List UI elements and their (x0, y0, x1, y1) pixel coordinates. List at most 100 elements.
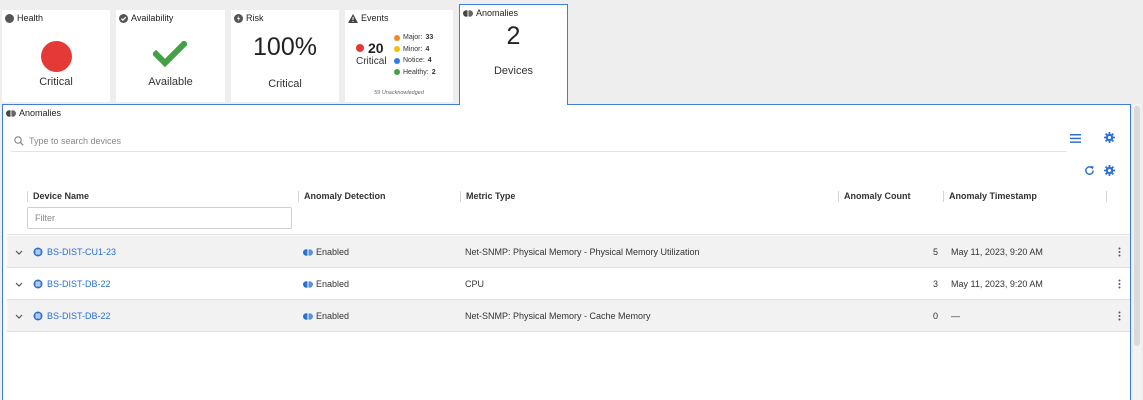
menu-button[interactable] (1069, 132, 1081, 144)
events-card[interactable]: Events 20 Critical Major: 33 Minor: 4 Noti… (345, 10, 453, 102)
filter-placeholder: Filter (35, 213, 55, 223)
table-header: Device Name Anomaly Detection Metric Typ… (7, 183, 1130, 235)
events-critical-count: 20 (356, 40, 384, 56)
risk-value: 100% (253, 33, 317, 61)
row-actions-button[interactable] (1115, 268, 1123, 300)
brain-icon (463, 9, 473, 17)
critical-dot (356, 44, 364, 52)
search-placeholder: Type to search devices (29, 135, 122, 146)
minor-dot (394, 46, 400, 53)
anomalies-devices-label: Devices (493, 65, 534, 77)
major-label: Major: (403, 34, 423, 41)
detection-status: Enabled (316, 247, 350, 257)
anomalies-value: 2 (506, 22, 521, 50)
minor-count: 4 (425, 45, 430, 53)
device-link[interactable]: BS-DIST-DB-22 (33, 268, 111, 300)
events-critical-label: Critical (356, 56, 387, 67)
risk-status: Critical (268, 78, 302, 90)
scrollbar-thumb[interactable] (1134, 106, 1140, 346)
table-row[interactable]: BS-DIST-DB-22 Enabled Net-SNMP: Physical… (7, 300, 1130, 332)
network-device-icon (33, 247, 43, 257)
anomaly-timestamp-cell: May 11, 2023, 9:20 AM (951, 279, 1043, 289)
column-anomaly-count[interactable]: Anomaly Count (838, 191, 911, 202)
chevron-down-icon (15, 250, 23, 255)
anomaly-count-cell: 3 (933, 279, 939, 289)
table-row[interactable]: BS-DIST-CU1-23 Enabled Net-SNMP: Physica… (7, 236, 1130, 268)
health-card-title: Health (5, 13, 43, 23)
checkmark-icon (153, 41, 187, 67)
availability-card[interactable]: Availability Available (116, 10, 225, 102)
events-breakdown: Major: 33 Minor: 4 Notice: 4 Healthy: 2 (394, 32, 436, 78)
panel-title: Anomalies (6, 108, 61, 118)
events-notice: Notice: 4 (394, 55, 436, 67)
brain-icon (303, 280, 313, 288)
network-device-icon (33, 279, 43, 289)
device-link[interactable]: BS-DIST-DB-22 (33, 300, 111, 332)
gear-icon (1103, 164, 1115, 176)
anomaly-detection-cell: Enabled (303, 268, 349, 300)
healthy-count: 2 (431, 68, 436, 76)
row-actions-button[interactable] (1115, 236, 1123, 268)
notice-label: Notice: (403, 57, 425, 64)
anomalies-card[interactable]: Anomalies 2 Devices (459, 4, 568, 105)
anomaly-detection-cell: Enabled (303, 236, 349, 268)
anomalies-card-title: Anomalies (463, 8, 518, 18)
minor-label: Minor: (403, 45, 423, 53)
anomalies-panel: Anomalies Type to search devices Device … (2, 104, 1131, 400)
table-settings-button[interactable] (1103, 164, 1115, 176)
device-name-filter-input[interactable]: Filter (27, 207, 292, 229)
risk-title-label: Risk (246, 13, 264, 23)
warning-icon (348, 13, 358, 23)
anomaly-count-cell: 5 (933, 247, 939, 257)
device-link[interactable]: BS-DIST-CU1-23 (33, 236, 116, 268)
metric-type-cell: Net-SNMP: Physical Memory - Cache Memory (465, 311, 651, 321)
anomaly-timestamp-cell: — (951, 311, 960, 321)
row-actions-button[interactable] (1115, 300, 1123, 332)
health-card[interactable]: Health Critical (2, 10, 110, 102)
metric-type-cell: Net-SNMP: Physical Memory - Physical Mem… (465, 247, 700, 257)
hamburger-menu-icon (1069, 133, 1081, 143)
critical-count-value: 20 (368, 40, 384, 56)
column-anomaly-detection[interactable]: Anomaly Detection (298, 191, 386, 202)
brain-icon (6, 109, 16, 117)
anomaly-detection-cell: Enabled (303, 300, 349, 332)
events-minor: Minor: 4 (394, 44, 436, 56)
events-healthy: Healthy: 2 (394, 67, 436, 79)
gear-icon (1103, 131, 1115, 143)
page-scrollbar[interactable] (1133, 104, 1141, 400)
column-device-name[interactable]: Device Name (27, 191, 89, 202)
critical-status-dot (41, 41, 72, 72)
chevron-down-icon (15, 314, 23, 319)
expand-row-button[interactable] (13, 268, 25, 300)
health-icon (5, 13, 14, 23)
table-row[interactable]: BS-DIST-DB-22 Enabled CPU 3 May 11, 2023… (7, 268, 1130, 300)
events-title-label: Events (361, 13, 389, 23)
health-status: Critical (39, 76, 73, 88)
notice-dot (394, 57, 400, 64)
device-search-input[interactable]: Type to search devices (11, 130, 1067, 152)
risk-icon (234, 13, 243, 23)
healthy-label: Healthy: (403, 68, 429, 76)
expand-row-button[interactable] (13, 236, 25, 268)
device-name: BS-DIST-DB-22 (47, 311, 111, 321)
panel-settings-button[interactable] (1103, 131, 1115, 143)
column-metric-type[interactable]: Metric Type (460, 191, 515, 202)
more-vertical-icon (1118, 311, 1120, 321)
detection-status: Enabled (316, 279, 350, 289)
risk-card[interactable]: Risk 100% Critical (231, 10, 339, 102)
notice-count: 4 (427, 57, 432, 64)
search-icon (14, 135, 24, 146)
column-anomaly-timestamp[interactable]: Anomaly Timestamp (943, 191, 1037, 202)
availability-status: Available (148, 76, 193, 88)
anomaly-count-cell: 0 (933, 311, 939, 321)
brain-icon (303, 248, 313, 256)
expand-row-button[interactable] (13, 300, 25, 332)
detection-status: Enabled (316, 311, 350, 321)
metric-type-cell: CPU (465, 279, 485, 289)
column-actions (1106, 191, 1112, 202)
refresh-button[interactable] (1083, 164, 1095, 176)
device-name: BS-DIST-DB-22 (47, 279, 111, 289)
anomaly-timestamp-cell: May 11, 2023, 9:20 AM (951, 247, 1043, 257)
health-title-label: Health (17, 13, 44, 23)
chevron-down-icon (15, 282, 23, 287)
